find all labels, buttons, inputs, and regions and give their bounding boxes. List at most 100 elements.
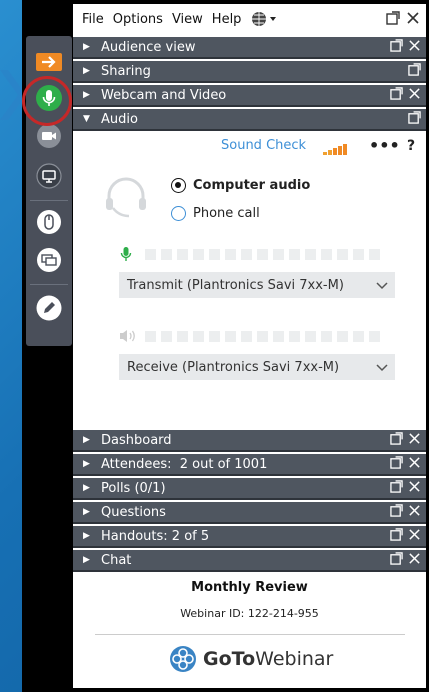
expand-arrow-icon: ▶ [83, 531, 90, 541]
section-dashboard[interactable]: ▶ Dashboard [73, 430, 426, 452]
section-audience-view[interactable]: ▶ Audience view [73, 37, 426, 59]
section-polls[interactable]: ▶ Polls (0/1) [73, 478, 426, 500]
close-icon[interactable] [406, 11, 420, 25]
chevron-down-icon [376, 364, 388, 372]
webcam-button[interactable] [32, 122, 66, 150]
expand-arrow-icon: ▶ [83, 483, 90, 493]
popout-icon[interactable] [390, 504, 403, 517]
microphone-highlight-ring [22, 76, 72, 126]
arrow-right-icon [36, 53, 62, 71]
mouse-icon [37, 210, 61, 234]
section-label: Sharing [101, 63, 151, 79]
menu-view[interactable]: View [172, 12, 203, 27]
menu-options[interactable]: Options [113, 12, 163, 27]
section-controls [390, 456, 421, 469]
close-icon[interactable] [408, 39, 421, 52]
window-controls [386, 11, 420, 25]
close-icon[interactable] [408, 504, 421, 517]
sound-check-link[interactable]: Sound Check [221, 138, 306, 153]
flower-logo-icon [170, 646, 196, 672]
mouse-control-button[interactable] [32, 208, 66, 236]
brand-bold: GoTo [203, 648, 256, 670]
more-options-button[interactable]: ••• [369, 136, 400, 155]
microphone-icon [120, 247, 132, 261]
drawing-tools-button[interactable] [32, 294, 66, 322]
popout-icon[interactable] [390, 480, 403, 493]
gotowebinar-logo: GoTo Webinar [169, 645, 333, 673]
section-chat[interactable]: ▶ Chat [73, 550, 426, 572]
section-label: Handouts: 2 of 5 [101, 528, 210, 544]
popout-icon[interactable] [408, 111, 421, 124]
webinar-title: Monthly Review [191, 580, 308, 595]
webinar-id: Webinar ID: 122-214-955 [180, 607, 319, 620]
toolbar-divider [30, 200, 68, 201]
menu-file[interactable]: File [82, 12, 104, 27]
expand-arrow-icon: ▶ [83, 435, 90, 445]
webcam-icon [37, 124, 61, 148]
section-controls [408, 111, 421, 124]
phone-call-radio[interactable] [171, 206, 186, 221]
computer-audio-radio[interactable] [171, 178, 186, 193]
popout-icon[interactable] [390, 552, 403, 565]
section-sharing[interactable]: ▶ Sharing [73, 61, 426, 83]
receive-device-value: Receive (Plantronics Savi 7xx-M) [127, 359, 340, 375]
receive-device-select[interactable]: Receive (Plantronics Savi 7xx-M) [119, 354, 395, 380]
close-icon[interactable] [408, 528, 421, 541]
popout-icon[interactable] [408, 63, 421, 76]
expand-arrow-icon: ▶ [83, 459, 90, 469]
section-questions[interactable]: ▶ Questions [73, 502, 426, 524]
speaker-icon [120, 330, 135, 342]
audio-pane: Sound Check ••• ? Computer audio Phone c… [73, 134, 426, 434]
popout-icon[interactable] [390, 39, 403, 52]
section-controls [390, 480, 421, 493]
section-controls [390, 39, 421, 52]
close-icon[interactable] [408, 480, 421, 493]
close-icon[interactable] [408, 552, 421, 565]
popout-icon[interactable] [386, 11, 400, 25]
computer-audio-option[interactable]: Computer audio [171, 178, 310, 193]
collapse-panel-button[interactable] [32, 48, 66, 76]
speaker-level-meter [119, 328, 385, 344]
transmit-device-value: Transmit (Plantronics Savi 7xx-M) [127, 277, 344, 293]
expand-arrow-icon: ▶ [83, 507, 90, 517]
section-controls [390, 432, 421, 445]
mic-level-meter [119, 246, 385, 262]
transmit-device-select[interactable]: Transmit (Plantronics Savi 7xx-M) [119, 272, 395, 298]
phone-call-option[interactable]: Phone call [171, 206, 260, 221]
computer-audio-label: Computer audio [193, 178, 311, 193]
popout-icon[interactable] [390, 432, 403, 445]
language-menu[interactable] [251, 11, 277, 27]
globe-icon [252, 12, 277, 26]
menu-help[interactable]: Help [212, 12, 242, 27]
control-panel: File Options View Help ▶ Audience view ▶… [73, 4, 426, 688]
collapse-arrow-icon: ▼ [83, 114, 90, 124]
section-audio[interactable]: ▼ Audio [73, 109, 426, 131]
screen-share-button[interactable] [32, 162, 66, 190]
section-label: Attendees: 2 out of 1001 [101, 456, 268, 472]
section-webcam-video[interactable]: ▶ Webcam and Video [73, 85, 426, 107]
section-handouts[interactable]: ▶ Handouts: 2 of 5 [73, 526, 426, 548]
section-controls [390, 504, 421, 517]
popout-icon[interactable] [390, 87, 403, 100]
headset-icon [106, 177, 146, 218]
help-button[interactable]: ? [407, 138, 415, 154]
expand-arrow-icon: ▶ [83, 555, 90, 565]
show-screen-button[interactable] [32, 246, 66, 274]
footer-divider [95, 634, 405, 635]
expand-arrow-icon: ▶ [83, 90, 90, 100]
section-label: Audio [101, 111, 138, 127]
close-icon[interactable] [408, 432, 421, 445]
close-icon[interactable] [408, 456, 421, 469]
section-attendees[interactable]: ▶ Attendees: 2 out of 1001 [73, 454, 426, 476]
toolbar-divider [30, 284, 68, 285]
popout-icon[interactable] [390, 528, 403, 541]
section-label: Webcam and Video [101, 87, 227, 103]
popout-icon[interactable] [390, 456, 403, 469]
monitor-icon [36, 163, 62, 189]
section-label: Questions [101, 504, 166, 520]
section-controls [390, 87, 421, 100]
close-icon[interactable] [408, 87, 421, 100]
screens-icon [37, 248, 61, 272]
chevron-down-icon [376, 282, 388, 290]
signal-bars-icon [323, 144, 347, 155]
